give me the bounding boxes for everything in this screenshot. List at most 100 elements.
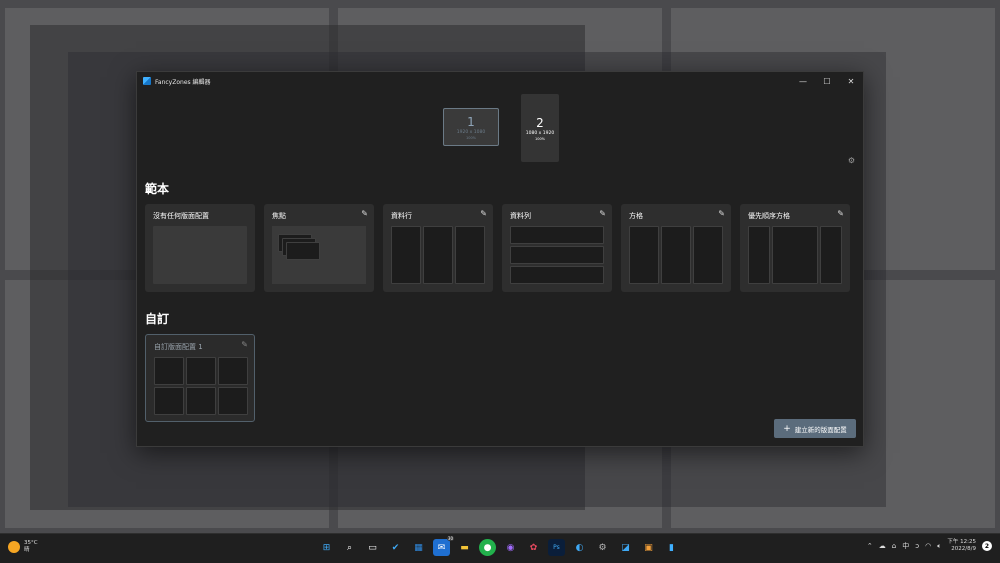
pencil-icon[interactable]: ✎ [361, 209, 368, 218]
template-preview [748, 226, 842, 284]
clock[interactable]: 下午 12:25 2022/8/9 [947, 539, 976, 553]
template-card-label: 資料行 [391, 212, 412, 220]
template-card-columns[interactable]: 資料行 ✎ [383, 204, 493, 292]
window-title: FancyZones 編輯器 [155, 78, 211, 86]
templates-heading: 範本 [145, 182, 170, 196]
monitor-1-scale: 100% [465, 135, 476, 140]
search-icon[interactable]: ⌕ [341, 539, 358, 556]
cloud-icon[interactable]: ☁ [879, 542, 886, 550]
plus-icon: + [783, 423, 791, 434]
zone-block [391, 226, 421, 284]
monitor-2-scale: 100% [534, 136, 545, 141]
settings-icon[interactable]: ⚙ [594, 539, 611, 556]
clock-date: 2022/8/9 [951, 546, 976, 552]
windows-start-icon[interactable]: ⊞ [318, 539, 335, 556]
new-layout-button[interactable]: + 建立新的版面配置 [774, 419, 856, 438]
mail-icon[interactable]: ✉ 30 [433, 536, 454, 556]
template-preview [629, 226, 723, 284]
zone-block [510, 266, 604, 284]
calendar-icon[interactable]: ▦ [410, 539, 427, 556]
photoshop-icon[interactable]: Ps [548, 539, 565, 556]
chevron-up-icon[interactable]: ⌃ [867, 542, 873, 550]
notification-badge[interactable]: 2 [982, 541, 992, 551]
custom-layout-label: 自訂版面配置 1 [154, 343, 203, 351]
weather-temp: 35°C [24, 540, 38, 546]
system-tray: ⌃ ☁ ⌂ 中 ↄ ◠ 🔈︎ 下午 12:25 2022/8/9 2 [867, 539, 992, 553]
zone-block [455, 226, 485, 284]
todo-icon[interactable]: ✔ [387, 539, 404, 556]
fancyzones-taskbar-icon[interactable]: ▮ [663, 539, 680, 556]
template-card-blank[interactable]: 沒有任何版面配置 [145, 204, 255, 292]
template-preview [153, 226, 247, 284]
app-icon[interactable]: ✿ [525, 539, 542, 556]
template-card-label: 資料列 [510, 212, 531, 220]
messenger-icon[interactable]: ◉ [502, 539, 519, 556]
maximize-button[interactable]: ☐ [815, 72, 839, 90]
title-bar: FancyZones 編輯器 — ☐ ✕ [137, 72, 863, 90]
monitor-2[interactable]: 2 1080 x 1920 100% [521, 94, 559, 162]
pencil-icon[interactable]: ✎ [837, 209, 844, 218]
mail-badge: 30 [446, 536, 454, 541]
monitor-2-resolution: 1080 x 1920 [525, 130, 555, 136]
template-card-label: 方格 [629, 212, 643, 220]
clock-time: 下午 12:25 [947, 539, 976, 545]
edge-icon[interactable]: ◐ [571, 539, 588, 556]
taskbar: 35°C 晴 ⊞ ⌕ ▭ ✔ ▦ ✉ 30 ▬ ● ◉ ✿ Ps ◐ ⚙ ◪ ▣… [0, 533, 1000, 563]
gear-icon[interactable]: ⚙ [848, 156, 855, 165]
line-icon[interactable]: ● [479, 539, 496, 556]
template-card-grid[interactable]: 方格 ✎ [621, 204, 731, 292]
zone-block [154, 357, 184, 385]
monitor-1[interactable]: 1 1920 x 1080 100% [443, 108, 499, 146]
pencil-icon[interactable]: ✎ [718, 209, 725, 218]
zone-block [154, 387, 184, 415]
task-view-icon[interactable]: ▭ [364, 539, 381, 556]
zone-block [218, 387, 248, 415]
zone-block [748, 226, 770, 284]
tool-icon[interactable]: ▣ [640, 539, 657, 556]
ime-icon[interactable]: ↄ [915, 542, 919, 550]
zone-block [629, 226, 659, 284]
network-icon[interactable]: ⌂ [892, 542, 896, 550]
custom-heading: 自訂 [145, 312, 170, 326]
zone-block [772, 226, 818, 284]
zone-block [286, 242, 320, 260]
new-layout-label: 建立新的版面配置 [794, 425, 847, 434]
zone-block [510, 246, 604, 264]
zone-block [186, 357, 216, 385]
pencil-icon[interactable]: ✎ [480, 209, 487, 218]
zone-block [820, 226, 842, 284]
monitor-selector: 1 1920 x 1080 100% 2 1080 x 1920 100% [137, 94, 863, 164]
template-preview [391, 226, 485, 284]
snip-icon[interactable]: ◪ [617, 539, 634, 556]
weather-condition: 晴 [24, 547, 30, 553]
template-card-label: 沒有任何版面配置 [153, 212, 209, 220]
window-controls: — ☐ ✕ [791, 72, 863, 90]
custom-layout-preview [154, 357, 248, 415]
language-indicator[interactable]: 中 [902, 541, 909, 551]
zone-block [510, 226, 604, 244]
monitor-2-number: 2 [536, 115, 544, 130]
wifi-icon[interactable]: ◠ [925, 542, 931, 550]
volume-icon[interactable]: 🔈︎ [937, 542, 941, 551]
custom-layout-card[interactable]: 自訂版面配置 1 ✎ [145, 334, 255, 422]
pencil-icon[interactable]: ✎ [599, 209, 606, 218]
monitor-1-resolution: 1920 x 1080 [456, 129, 486, 135]
minimize-button[interactable]: — [791, 72, 815, 90]
close-button[interactable]: ✕ [839, 72, 863, 90]
zone-block [153, 226, 247, 284]
template-preview [272, 226, 366, 284]
template-card-focus[interactable]: 焦點 ✎ [264, 204, 374, 292]
zone-block [186, 387, 216, 415]
weather-widget[interactable]: 35°C 晴 [8, 540, 38, 554]
fancyzones-editor-window: FancyZones 編輯器 — ☐ ✕ 1 1920 x 1080 100% … [136, 71, 864, 447]
taskbar-apps: ⊞ ⌕ ▭ ✔ ▦ ✉ 30 ▬ ● ◉ ✿ Ps ◐ ⚙ ◪ ▣ ▮ [318, 536, 680, 556]
monitor-1-number: 1 [467, 114, 475, 129]
template-card-priority-grid[interactable]: 優先順序方格 ✎ [740, 204, 850, 292]
template-card-label: 焦點 [272, 212, 286, 220]
zone-block [423, 226, 453, 284]
template-card-rows[interactable]: 資料列 ✎ [502, 204, 612, 292]
zone-block [218, 357, 248, 385]
pencil-icon[interactable]: ✎ [241, 340, 248, 349]
zone-block [661, 226, 691, 284]
folder-icon[interactable]: ▬ [456, 539, 473, 556]
